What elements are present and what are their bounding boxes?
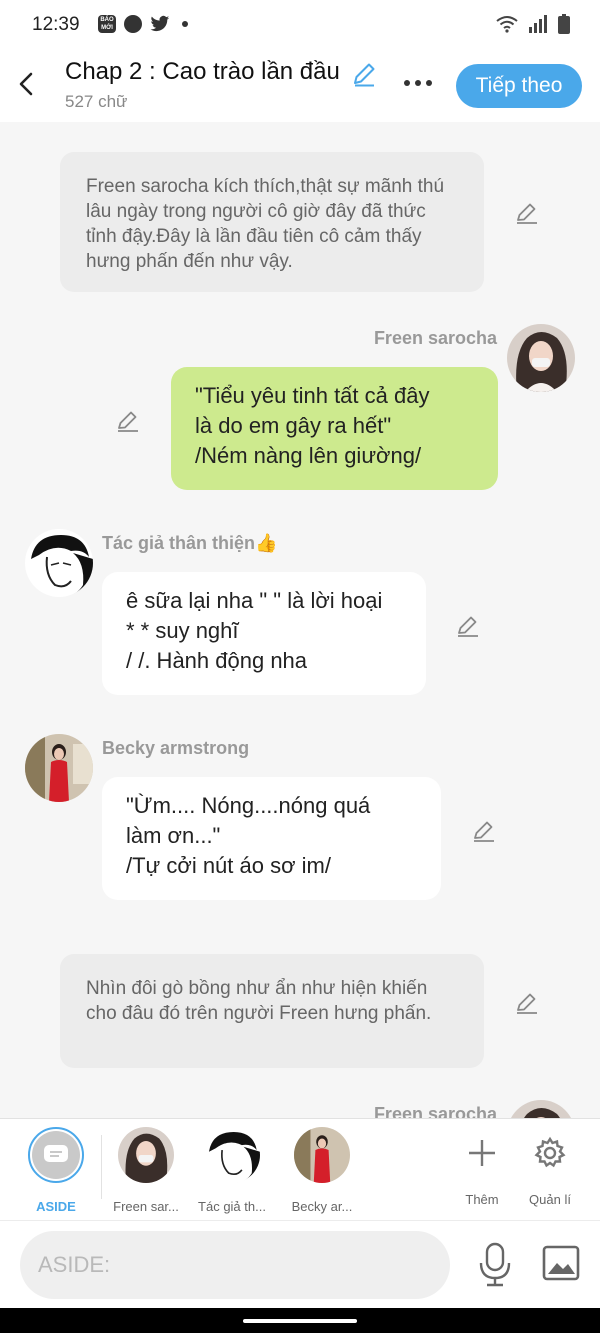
edit-message-button[interactable]: [514, 200, 540, 226]
edit-message-button[interactable]: [514, 990, 540, 1016]
back-button[interactable]: [14, 68, 38, 100]
sender-name: Freen sarocha: [373, 1104, 497, 1118]
add-character-button[interactable]: Thêm: [447, 1129, 517, 1207]
narration-message[interactable]: Nhìn đôi gò bồng như ẩn như hiện khiến c…: [60, 954, 484, 1068]
message-bubble[interactable]: "Ừm.... Nóng....nóng quá làm ơn..." /Tự …: [102, 777, 441, 900]
news-app-icon: BÁO MỚI: [98, 15, 116, 33]
character-avatar: [118, 1127, 174, 1183]
more-dots-icon: [426, 80, 432, 86]
aside-avatar-inner: [32, 1131, 80, 1179]
manage-button[interactable]: Quản lí: [515, 1129, 585, 1207]
status-bar: 12:39 BÁO MỚI: [0, 0, 600, 52]
pencil-icon: [517, 203, 537, 224]
edit-message-button[interactable]: [471, 818, 497, 844]
character-avatar: [204, 1127, 260, 1183]
character-label: Tác giả th...: [198, 1199, 266, 1214]
system-icons: [496, 14, 570, 34]
edit-title-button[interactable]: [350, 60, 378, 93]
avatar-image: [25, 734, 93, 802]
character-label: Becky ar...: [291, 1199, 353, 1214]
status-time: 12:39: [32, 14, 80, 35]
chapter-header: Chap 2 : Cao trào lần đầu 527 chữ Tiếp t…: [0, 52, 600, 122]
avatar-image: [204, 1127, 260, 1183]
image-icon: [542, 1245, 580, 1281]
aside-input[interactable]: [20, 1231, 450, 1299]
character-bar: ASIDE Freen sar... Tác giả th... Becky a…: [0, 1118, 600, 1220]
next-button[interactable]: Tiếp theo: [456, 64, 582, 108]
add-label: Thêm: [465, 1192, 499, 1207]
character-label: ASIDE: [36, 1199, 76, 1214]
avatar-freen[interactable]: [507, 324, 575, 392]
character-label: Freen sar...: [113, 1199, 179, 1214]
more-dots-icon: [404, 80, 410, 86]
avatar-becky[interactable]: [25, 734, 93, 802]
battery-icon: [558, 14, 570, 34]
message-bubble[interactable]: ê sữa lại nha " " là lời hoại * * suy ng…: [102, 572, 426, 695]
notification-icons: BÁO MỚI: [98, 15, 188, 33]
more-notifications-dot: [182, 21, 188, 27]
gear-icon: [534, 1136, 566, 1168]
manage-label: Quản lí: [529, 1192, 571, 1207]
pencil-icon: [354, 63, 375, 87]
wifi-icon: [496, 16, 518, 33]
message-list[interactable]: Freen sarocha kích thích,thật sự mãnh th…: [0, 122, 600, 1118]
edit-message-button[interactable]: [455, 613, 481, 639]
avatar-image: [507, 324, 575, 392]
avatar-image: [118, 1127, 174, 1183]
plus-icon: [469, 1140, 495, 1166]
input-bar: [0, 1220, 600, 1308]
edit-message-button[interactable]: [115, 408, 141, 434]
character-freen[interactable]: Freen sar...: [101, 1127, 191, 1214]
aside-bubble-icon: [44, 1145, 68, 1162]
back-arrow-icon: [19, 72, 33, 96]
avatar-image: [25, 529, 93, 597]
narration-message[interactable]: Freen sarocha kích thích,thật sự mãnh th…: [60, 152, 484, 292]
browser-app-icon: [124, 15, 142, 33]
character-avatar: [294, 1127, 350, 1183]
message-bubble[interactable]: "Tiểu yêu tinh tất cả đây là do em gây r…: [171, 367, 498, 490]
microphone-icon: [479, 1242, 511, 1287]
avatar-image: [507, 1100, 575, 1118]
pencil-icon: [474, 821, 494, 842]
system-nav-bar: [0, 1308, 600, 1333]
chapter-title[interactable]: Chap 2 : Cao trào lần đầu: [65, 58, 340, 86]
home-indicator[interactable]: [243, 1319, 357, 1323]
sender-name: Tác giả thân thiện👍: [102, 533, 278, 553]
sender-name: Freen sarocha: [373, 328, 497, 348]
voice-input-button[interactable]: [478, 1241, 512, 1289]
character-becky[interactable]: Becky ar...: [277, 1127, 367, 1214]
character-author[interactable]: Tác giả th...: [187, 1127, 277, 1214]
word-count: 527 chữ: [65, 92, 128, 111]
more-dots-icon: [415, 80, 421, 86]
signal-icon: [529, 15, 547, 33]
pencil-icon: [118, 411, 138, 432]
more-options-button[interactable]: [398, 70, 438, 96]
avatar-author[interactable]: [25, 529, 93, 597]
aside-avatar: [28, 1127, 84, 1183]
pencil-icon: [458, 616, 478, 637]
character-aside[interactable]: ASIDE: [11, 1127, 101, 1214]
insert-image-button[interactable]: [542, 1245, 580, 1281]
sender-name: Becky armstrong: [102, 738, 250, 758]
twitter-icon: [150, 15, 170, 32]
avatar-image: [294, 1127, 350, 1183]
avatar-freen[interactable]: [507, 1100, 575, 1118]
pencil-icon: [517, 993, 537, 1014]
